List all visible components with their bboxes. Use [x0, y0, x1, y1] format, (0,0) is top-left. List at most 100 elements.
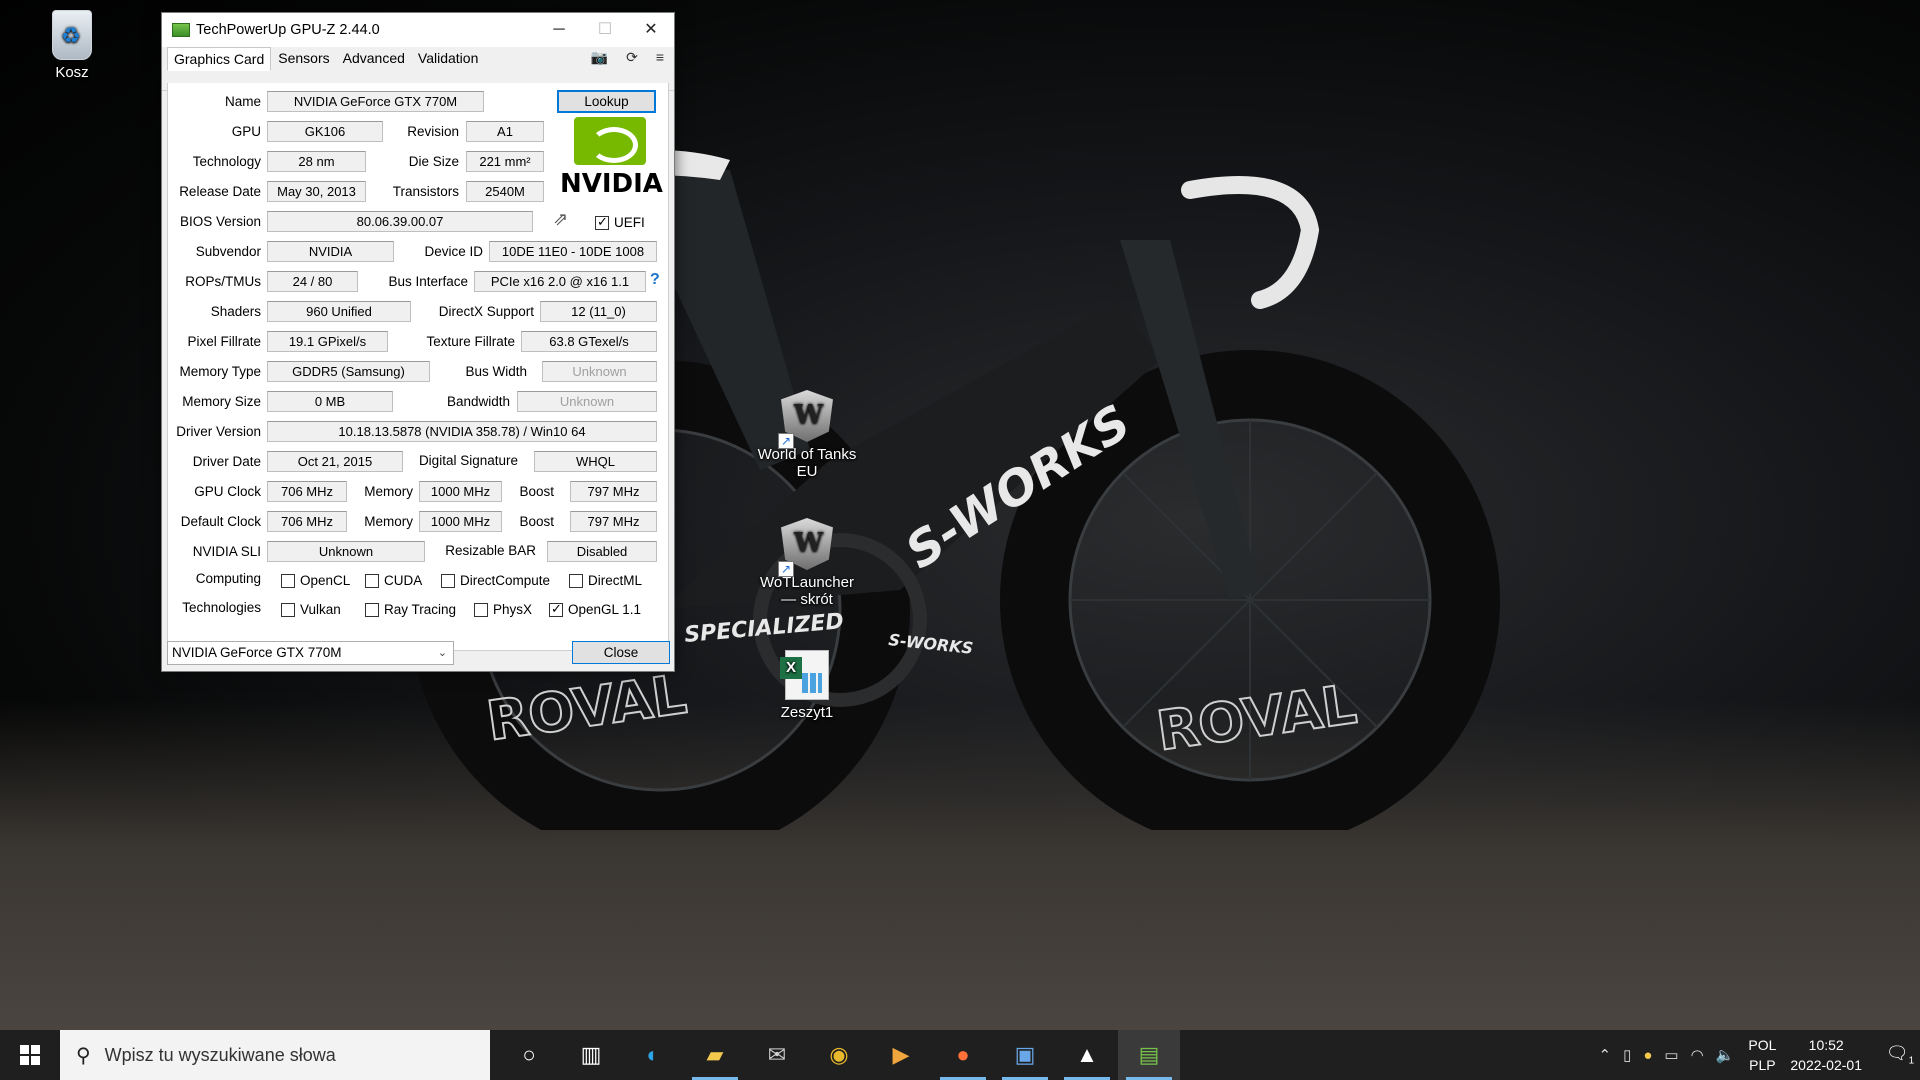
share-icon[interactable]: ⇗ [553, 209, 568, 230]
language-line1: POL [1748, 1037, 1777, 1053]
app-window-icon[interactable]: ▣ [994, 1030, 1056, 1080]
firefox-icon[interactable]: ● [932, 1030, 994, 1080]
notifications-icon[interactable]: 🗨1 [1880, 1043, 1920, 1067]
help-icon[interactable]: ? [650, 271, 660, 289]
tab-sensors[interactable]: Sensors [272, 47, 335, 69]
clock[interactable]: 10:52 2022-02-01 [1790, 1035, 1862, 1075]
revision-label: Revision [407, 124, 459, 139]
vulkan-checkbox[interactable]: Vulkan [281, 602, 341, 617]
battery-icon[interactable]: ▭ [1664, 1046, 1678, 1064]
gpuz-window: TechPowerUp GPU-Z 2.44.0 ─ ☐ ✕ Graphics … [161, 12, 675, 672]
directcompute-checkbox[interactable]: DirectCompute [441, 573, 550, 588]
checkbox-box [595, 214, 609, 230]
checkbox-label: PhysX [493, 602, 533, 617]
tab-validation[interactable]: Validation [412, 47, 484, 69]
search-placeholder: Wpisz tu wyszukiwane słowa [104, 1044, 336, 1065]
menu-icon[interactable]: ≡ [656, 49, 664, 66]
technologies-label: Technologies [182, 600, 261, 615]
chrome-icon[interactable]: ◉ [808, 1030, 870, 1080]
volume-icon[interactable]: 🔈 [1716, 1046, 1735, 1064]
media-player-icon[interactable]: ▶ [870, 1030, 932, 1080]
language-line2: PLP [1749, 1057, 1776, 1073]
clock-date: 2022-02-01 [1790, 1057, 1862, 1073]
window-title: TechPowerUp GPU-Z 2.44.0 [196, 22, 380, 38]
recycle-bin-icon [52, 10, 92, 60]
taskbar: ⚲ Wpisz tu wyszukiwane słowa ○ ▥ ◐ ▰ ✉ ◉… [0, 1030, 1920, 1080]
revision-field: A1 [466, 121, 544, 142]
ray-tracing-checkbox[interactable]: Ray Tracing [365, 602, 456, 617]
die-size-label: Die Size [408, 154, 459, 169]
device-icon[interactable]: ▯ [1623, 1046, 1631, 1064]
weather-icon[interactable]: ● [1643, 1047, 1652, 1064]
bandwidth-field: Unknown [517, 391, 657, 412]
wifi-icon[interactable]: ◠ [1691, 1046, 1704, 1064]
system-tray: ⌃ ▯ ● ▭ ◠ 🔈 POL PLP 10:52 2022-02-01 🗨1 [1592, 1030, 1920, 1080]
pixel-fillrate-label: Pixel Fillrate [187, 334, 261, 349]
physx-checkbox[interactable]: PhysX [474, 602, 532, 617]
technology-label: Technology [192, 154, 261, 169]
checkbox-box [474, 602, 488, 617]
memory-type-field: GDDR5 (Samsung) [267, 361, 430, 382]
photos-icon[interactable]: ▲ [1056, 1030, 1118, 1080]
desktop-icon-zeszyt1[interactable]: Zeszyt1 [752, 650, 862, 721]
checkbox-box [549, 601, 563, 617]
graphics-card-panel: Name NVIDIA GeForce GTX 770M Lookup GPU … [167, 83, 669, 651]
gpu-z-icon[interactable]: ▤ [1118, 1030, 1180, 1080]
tab-advanced[interactable]: Advanced [337, 47, 411, 69]
clock-time: 10:52 [1808, 1037, 1844, 1053]
driver-date-label: Driver Date [192, 454, 261, 469]
windows-logo-icon [20, 1045, 40, 1065]
resizable-bar-label: Resizable BAR [445, 543, 536, 558]
default-clock-memory-label: Memory [364, 514, 413, 529]
cortana-icon[interactable]: ○ [498, 1030, 560, 1080]
edge-icon[interactable]: ◐ [622, 1030, 684, 1080]
directml-checkbox[interactable]: DirectML [569, 573, 642, 588]
desktop-icon-recycle-bin[interactable]: Kosz [17, 10, 127, 81]
title-bar[interactable]: TechPowerUp GPU-Z 2.44.0 ─ ☐ ✕ [162, 13, 674, 47]
gpu-clock-boost-field: 797 MHz [570, 481, 657, 502]
opencl-checkbox[interactable]: OpenCL [281, 573, 350, 588]
checkbox-box [365, 573, 379, 588]
checkbox-label: OpenCL [300, 573, 351, 588]
show-hidden-icons-icon[interactable]: ⌃ [1598, 1046, 1611, 1064]
start-button[interactable] [0, 1030, 60, 1080]
checkbox-box [281, 573, 295, 588]
desktop-icon-label: WoTLauncher — skrót [760, 574, 854, 608]
bus-interface-label: Bus Interface [388, 274, 468, 289]
desktop-icon-world-of-tanks[interactable]: World of Tanks EU [752, 390, 862, 480]
bus-interface-field: PCIe x16 2.0 @ x16 1.1 [474, 271, 646, 292]
nvidia-eye-icon [574, 117, 646, 165]
checkbox-label: Vulkan [300, 602, 341, 617]
opengl-checkbox[interactable]: OpenGL 1.1 [549, 601, 641, 617]
mail-icon[interactable]: ✉ [746, 1030, 808, 1080]
default-clock-field: 706 MHz [267, 511, 347, 532]
minimize-button[interactable]: ─ [536, 13, 582, 47]
close-window-button[interactable]: ✕ [628, 13, 674, 47]
checkbox-box [281, 602, 295, 617]
language-indicator[interactable]: POL PLP [1748, 1035, 1776, 1075]
driver-date-field: Oct 21, 2015 [267, 451, 403, 472]
gpu-clock-label: GPU Clock [194, 484, 261, 499]
checkbox-label: DirectML [588, 573, 643, 588]
tab-graphics-card[interactable]: Graphics Card [167, 47, 272, 71]
driver-version-field: 10.18.13.5878 (NVIDIA 358.78) / Win10 64 [267, 421, 657, 442]
camera-icon[interactable]: 📷 [591, 49, 608, 66]
file-explorer-icon[interactable]: ▰ [684, 1030, 746, 1080]
transistors-field: 2540M [466, 181, 544, 202]
maximize-button[interactable]: ☐ [582, 13, 628, 47]
default-clock-boost-label: Boost [519, 514, 554, 529]
taskbar-search[interactable]: ⚲ Wpisz tu wyszukiwane słowa [60, 1030, 490, 1080]
close-button[interactable]: Close [572, 641, 670, 664]
desktop-icon-wotlauncher[interactable]: WoTLauncher — skrót [752, 518, 862, 608]
name-label: Name [224, 94, 261, 109]
default-clock-boost-field: 797 MHz [570, 511, 657, 532]
refresh-icon[interactable]: ⟳ [626, 49, 638, 66]
task-view-icon[interactable]: ▥ [560, 1030, 622, 1080]
cuda-checkbox[interactable]: CUDA [365, 573, 422, 588]
digital-signature-label: Digital Signature [418, 453, 518, 468]
uefi-checkbox[interactable]: UEFI [595, 214, 645, 230]
device-id-field: 10DE 11E0 - 10DE 1008 [489, 241, 657, 262]
gpu-select-dropdown[interactable]: NVIDIA GeForce GTX 770M ⌄ [167, 641, 454, 665]
checkbox-box [365, 602, 379, 617]
lookup-button[interactable]: Lookup [557, 90, 656, 113]
